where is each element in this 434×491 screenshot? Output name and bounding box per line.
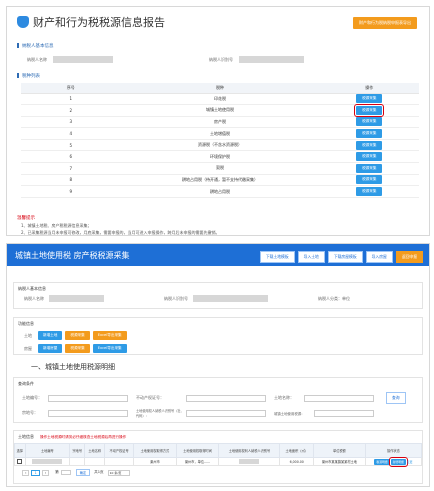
basic-info-row: 纳税人名称 纳税人识别号 纳税人分类： 单位: [14, 295, 422, 302]
add-house-button[interactable]: 新增房屋: [38, 344, 63, 353]
header-actions: 下载土地模板 导入土地 下载房屋模板 导入房屋 返回申报: [257, 251, 423, 263]
add-land-button[interactable]: 新增土地: [38, 331, 63, 340]
tip-1: 1、城镇土地税、房产税税源信息采集；: [21, 223, 92, 228]
col-op: 操作: [319, 83, 419, 94]
collect-button-land-tax[interactable]: 税源采集: [354, 103, 385, 117]
search-button[interactable]: 查询: [386, 392, 406, 404]
tip-2: 2、已采集税源当月未申报可修改，月底采集，需要申报的，当月可进入申报操作，跨月后…: [21, 230, 220, 235]
page-current[interactable]: 1: [31, 469, 40, 476]
page-size-select[interactable]: 10 条/页: [107, 469, 130, 476]
plot-no-input[interactable]: [48, 409, 128, 417]
table-hint: 操作土地税源时请务必仔细核查土地税源后再进行操作: [40, 434, 127, 439]
go-button[interactable]: 确定: [75, 469, 91, 476]
land-name-input[interactable]: [304, 394, 374, 402]
shield-icon: [17, 16, 29, 28]
section-tax-list: 税种列表: [17, 73, 40, 79]
land-excel-button[interactable]: Excel导出采集: [92, 331, 127, 340]
tax-type-table: 序号 税种 操作 1 印花税 税源采集 2 城镇土地使用税 税源采集 3 房产税 税源采集 …: [21, 83, 419, 198]
query-row-1: 土地编号： 不动产权证号： 土地名称： 查询: [14, 392, 422, 404]
table-row: 9 耕地占用税 税源采集: [21, 185, 419, 198]
land-actions: 土地 新增土地 税源采集 Excel导出采集: [14, 331, 422, 340]
taxpayer-id-label: 纳税人识别号: [209, 56, 233, 62]
table-row: 5 资源税（不含水资源税） 税源采集: [21, 139, 419, 152]
query-header: 查询条件: [18, 381, 34, 386]
header-bar: 城镇土地使用税 房产税税源采集 下载土地模板 导入土地 下载房屋模板 导入房屋 …: [7, 244, 429, 266]
query-panel: 查询条件 土地编号： 不动产权证号： 土地名称： 查询 宗地号： 土地使用权人纳…: [13, 377, 423, 423]
pagination: ‹ 1 › 第 确定 共1页 10 条/页: [14, 466, 422, 479]
add-detail-button[interactable]: 新增明细: [388, 456, 408, 467]
download-land-template-button[interactable]: 下载土地模板: [259, 251, 295, 263]
land-table: 选择 土地编号 宗地号 土地名称 不动产权证号 土地使用权取得方式 土地使用权取…: [14, 443, 423, 467]
import-land-button[interactable]: 导入土地: [297, 251, 325, 263]
id-label: 纳税人识别号: [164, 295, 188, 301]
land-table-panel: 土地信息 操作土地税源时请务必仔细核查土地税源后再进行操作 选择 土地编号 宗地…: [13, 430, 423, 484]
collect-button[interactable]: 税源采集: [356, 175, 383, 185]
source-type-select[interactable]: [314, 409, 374, 417]
collect-button[interactable]: 税源采集: [356, 140, 383, 150]
collect-button[interactable]: 税源采集: [356, 187, 383, 197]
page-title: 财产和行为税税源信息报告: [33, 16, 165, 29]
function-panel: 功能信息 土地 新增土地 税源采集 Excel导出采集 房屋 新增房屋 税源采集…: [13, 317, 423, 355]
change-link[interactable]: 变更: [407, 460, 413, 464]
source-detail-button[interactable]: 税源明细: [374, 458, 390, 465]
row-checkbox[interactable]: [17, 458, 23, 464]
prev-page-button[interactable]: ‹: [22, 469, 30, 476]
taxpayer-id-value: [239, 56, 304, 63]
collect-button[interactable]: 税源采集: [356, 129, 383, 139]
col-no: 序号: [21, 83, 121, 94]
land-table-header: 土地信息 操作土地税源时请务必仔细核查土地税源后再进行操作: [18, 434, 127, 439]
house-actions: 房屋 新增房屋 税源采集 Excel导出采集: [14, 344, 422, 353]
house-excel-button[interactable]: Excel导出采集: [92, 344, 127, 353]
back-to-declare-button[interactable]: 返回申报: [395, 251, 423, 263]
table-row: 8 耕地占用税（待开通，暂不支持代缴采集） 税源采集: [21, 174, 419, 187]
export-declaration-button[interactable]: 财产和行为税纳税申报表导出: [353, 17, 417, 29]
table-row: 6 环境保护税 税源采集: [21, 150, 419, 164]
type-label: 纳税人分类：: [318, 295, 342, 301]
download-house-template-button[interactable]: 下载房屋模板: [327, 251, 363, 263]
land-collect-button[interactable]: 税源采集: [65, 331, 90, 340]
collect-button[interactable]: 税源采集: [356, 94, 383, 104]
taxpayer-name-label: 纳税人名称: [27, 56, 47, 62]
table-row: 3 房产税 税源采集: [21, 116, 419, 129]
id-value: [193, 295, 268, 302]
property-no-input[interactable]: [186, 394, 266, 402]
land-no-value: [32, 458, 63, 464]
land-no-input[interactable]: [48, 394, 128, 402]
tips-title: 温馨提示: [17, 216, 35, 221]
tax-source-report-panel: 财产和行为税税源信息报告 财产和行为税纳税申报表导出 纳税人基本信息 纳税人名称…: [6, 6, 430, 236]
taxpayer-name-value: [53, 56, 113, 63]
land-house-source-panel: 城镇土地使用税 房产税税源采集 下载土地模板 导入土地 下载房屋模板 导入房屋 …: [6, 243, 430, 487]
query-row-2: 宗地号： 土地使用权人纳税人识别号（社、代码）： 城镇土地使用税源：: [14, 408, 422, 418]
section-heading: 一、城镇土地使用税源明细: [31, 363, 115, 371]
collect-button[interactable]: 税源采集: [356, 117, 383, 127]
collect-button[interactable]: 税源采集: [356, 152, 383, 162]
name-value: [49, 295, 104, 302]
import-house-button[interactable]: 导入房屋: [365, 251, 393, 263]
basic-info-panel: 纳税人基本信息 纳税人名称 纳税人识别号 纳税人分类： 单位: [13, 282, 423, 309]
name-label: 纳税人名称: [24, 295, 44, 301]
owner-id-input[interactable]: [186, 409, 266, 417]
table-row: 4 土地增值税 税源采集: [21, 127, 419, 140]
type-value: 单位: [342, 295, 350, 301]
taxpayer-info-row: 纳税人名称 纳税人识别号: [27, 56, 417, 63]
table-row: 1 印花税 税源采集: [21, 93, 419, 106]
page-input[interactable]: [60, 470, 71, 475]
house-collect-button[interactable]: 税源采集: [65, 344, 90, 353]
collect-button[interactable]: 税源采集: [356, 163, 383, 173]
col-tax: 税种: [120, 83, 320, 94]
table-row: 7 契税 税源采集: [21, 162, 419, 175]
tips-list: 1、城镇土地税、房产税税源信息采集； 2、已采集税源当月未申报可修改，月底采集，…: [21, 222, 421, 235]
table-row: 莱州市 莱州市，单位…… 6,000.00 莱州市某某镇某某村土地 税源明细 新增…: [14, 456, 423, 467]
page-title: 城镇土地使用税 房产税税源采集: [15, 250, 130, 260]
function-header: 功能信息: [18, 321, 34, 326]
table-row: 2 城镇土地使用税 税源采集: [21, 103, 419, 117]
basic-info-header: 纳税人基本信息: [18, 286, 46, 291]
section-basic-info: 纳税人基本信息: [17, 43, 54, 49]
panel-header: 财产和行为税税源信息报告 财产和行为税纳税申报表导出: [7, 7, 429, 37]
next-page-button[interactable]: ›: [41, 469, 50, 476]
